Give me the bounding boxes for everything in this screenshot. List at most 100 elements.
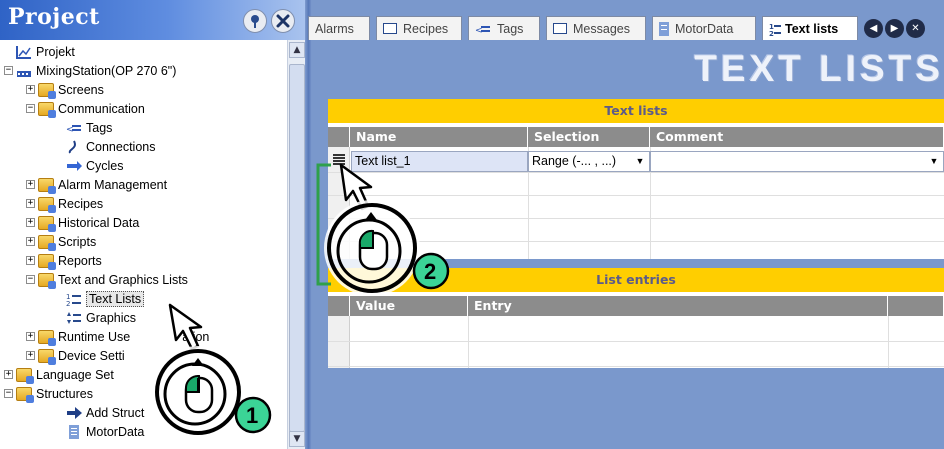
tree-item-label: Screens <box>58 82 104 97</box>
pin-button[interactable] <box>243 9 267 33</box>
tree-scrollbar[interactable]: ▲ ▼ <box>287 40 305 449</box>
expand-toggle[interactable]: + <box>4 370 13 379</box>
column-header-selection[interactable]: Selection <box>528 127 650 147</box>
column-header-extra[interactable] <box>888 296 944 316</box>
close-icon <box>276 14 290 28</box>
tree-item-label: Projekt <box>36 44 75 59</box>
text-lists-section-header: Text lists <box>328 99 944 123</box>
svg-text:2: 2 <box>769 30 774 36</box>
tree-item-alarm-management[interactable]: + Alarm Management <box>26 175 167 194</box>
selection-dropdown[interactable]: Range (-... , ...) ▼ <box>528 151 650 172</box>
tree-item-mixingstation[interactable]: − MixingStation(OP 270 6") <box>4 61 176 80</box>
tree-item-label: Runtime Use <box>58 329 131 344</box>
tree-item-label: MixingStation(OP 270 6") <box>36 63 177 78</box>
panel-splitter[interactable] <box>305 0 312 449</box>
row-selector-icon[interactable] <box>333 154 345 166</box>
collapse-toggle[interactable]: − <box>4 66 13 75</box>
language-folder-icon <box>16 367 34 384</box>
tab-motordata[interactable]: MotorData <box>652 16 756 40</box>
tab-tags[interactable]: < Tags <box>468 16 540 40</box>
expand-toggle[interactable]: + <box>26 218 35 227</box>
tree-item-label: Text and Graphics Lists <box>58 272 188 287</box>
connections-icon <box>66 140 82 154</box>
tree-item-connections[interactable]: Connections <box>66 137 156 156</box>
tree-item-structures[interactable]: − Structures <box>4 384 93 403</box>
tree-item-add-structure[interactable]: Add Struct <box>66 403 144 422</box>
mouse-click-icon <box>152 346 244 438</box>
collapse-toggle[interactable]: − <box>26 275 35 284</box>
collapse-toggle[interactable]: − <box>4 389 13 398</box>
tree-item-cycles[interactable]: Cycles <box>66 156 124 175</box>
alarm-folder-icon <box>38 177 56 194</box>
tree-item-graphics[interactable]: Graphics <box>66 308 136 327</box>
tree-item-label: Graphics <box>86 310 137 325</box>
expand-toggle[interactable]: + <box>26 85 35 94</box>
recipes-tab-icon <box>383 23 397 34</box>
tab-messages[interactable]: Messages <box>546 16 646 40</box>
motordata-icon <box>66 424 82 439</box>
close-panel-button[interactable] <box>271 9 295 33</box>
tree-item-device-settings[interactable]: + Device Setti <box>26 346 125 365</box>
tree-item-language-settings[interactable]: + Language Set <box>4 365 114 384</box>
expand-toggle[interactable]: + <box>26 199 35 208</box>
text-graphics-folder-icon <box>38 272 56 289</box>
tree-item-text-lists[interactable]: 12 Text Lists <box>66 289 145 308</box>
tab-text-lists[interactable]: 12 Text lists <box>762 16 858 40</box>
comment-dropdown[interactable]: ▼ <box>650 151 944 172</box>
expand-toggle[interactable]: + <box>26 351 35 360</box>
scroll-down-arrow-icon[interactable]: ▼ <box>289 431 305 447</box>
close-editor-icon[interactable]: ✕ <box>906 19 925 38</box>
tab-scroll-left-icon[interactable]: ◀ <box>864 19 883 38</box>
column-header-value[interactable]: Value <box>350 296 468 316</box>
column-header-entry[interactable]: Entry <box>468 296 888 316</box>
tree-item-communication[interactable]: − Communication <box>26 99 145 118</box>
tree-item-label: Recipes <box>58 196 104 211</box>
tree-item-label: Alarm Management <box>58 177 168 192</box>
structures-folder-icon <box>16 386 34 403</box>
tree-item-text-graphics-lists[interactable]: − Text and Graphics Lists <box>26 270 188 289</box>
tree-item-tags[interactable]: < Tags <box>66 118 112 137</box>
column-header-name[interactable]: Name <box>350 127 528 147</box>
row-headers <box>328 316 350 368</box>
column-header-comment[interactable]: Comment <box>650 127 944 147</box>
list-entries-body: Value Entry <box>328 292 944 368</box>
scripts-folder-icon <box>38 234 56 251</box>
collapse-toggle[interactable]: − <box>26 104 35 113</box>
text-list-name-cell[interactable]: Text list_1 <box>351 151 528 172</box>
chevron-down-icon[interactable]: ▼ <box>633 154 647 169</box>
tab-recipes[interactable]: Recipes <box>376 16 462 40</box>
project-panel: Project Projekt − MixingStation(OP 270 6… <box>0 0 305 449</box>
scroll-up-arrow-icon[interactable]: ▲ <box>289 42 305 58</box>
tree-item-reports[interactable]: + Reports <box>26 251 102 270</box>
scrollbar-thumb[interactable] <box>289 64 305 432</box>
tree-item-historical-data[interactable]: + Historical Data <box>26 213 139 232</box>
tab-label: Recipes <box>403 21 449 36</box>
tree-item-label: MotorData <box>86 424 145 439</box>
mouse-click-icon <box>324 200 420 296</box>
expand-toggle[interactable]: + <box>26 237 35 246</box>
expand-toggle[interactable]: + <box>26 332 35 341</box>
chevron-down-icon[interactable]: ▼ <box>927 154 941 169</box>
tab-alarms[interactable]: Alarms <box>308 16 370 40</box>
expand-toggle[interactable]: + <box>26 180 35 189</box>
device-icon <box>16 64 32 78</box>
communication-folder-icon <box>38 101 56 118</box>
step-number: 1 <box>246 403 258 428</box>
expand-toggle[interactable]: + <box>26 256 35 265</box>
historical-folder-icon <box>38 215 56 232</box>
graphics-lists-icon <box>66 311 82 325</box>
tree-item-label: Reports <box>58 253 102 268</box>
motordata-tab-icon <box>659 21 669 36</box>
editor-tab-bar: Alarms Recipes < Tags Messages MotorData… <box>308 14 944 42</box>
tab-scroll-right-icon[interactable]: ▶ <box>885 19 904 38</box>
text-lists-icon: 12 <box>66 292 82 308</box>
tab-label: Alarms <box>315 21 354 36</box>
tree-item-screens[interactable]: + Screens <box>26 80 104 99</box>
tree-item-projekt[interactable]: Projekt <box>16 42 75 61</box>
tree-item-recipes[interactable]: + Recipes <box>26 194 103 213</box>
tags-icon: < <box>66 121 82 135</box>
tree-item-label: Scripts <box>58 234 97 249</box>
tree-item-motordata[interactable]: MotorData <box>66 422 144 441</box>
tree-item-scripts[interactable]: + Scripts <box>26 232 96 251</box>
project-tree: Projekt − MixingStation(OP 270 6") + Scr… <box>0 40 287 449</box>
